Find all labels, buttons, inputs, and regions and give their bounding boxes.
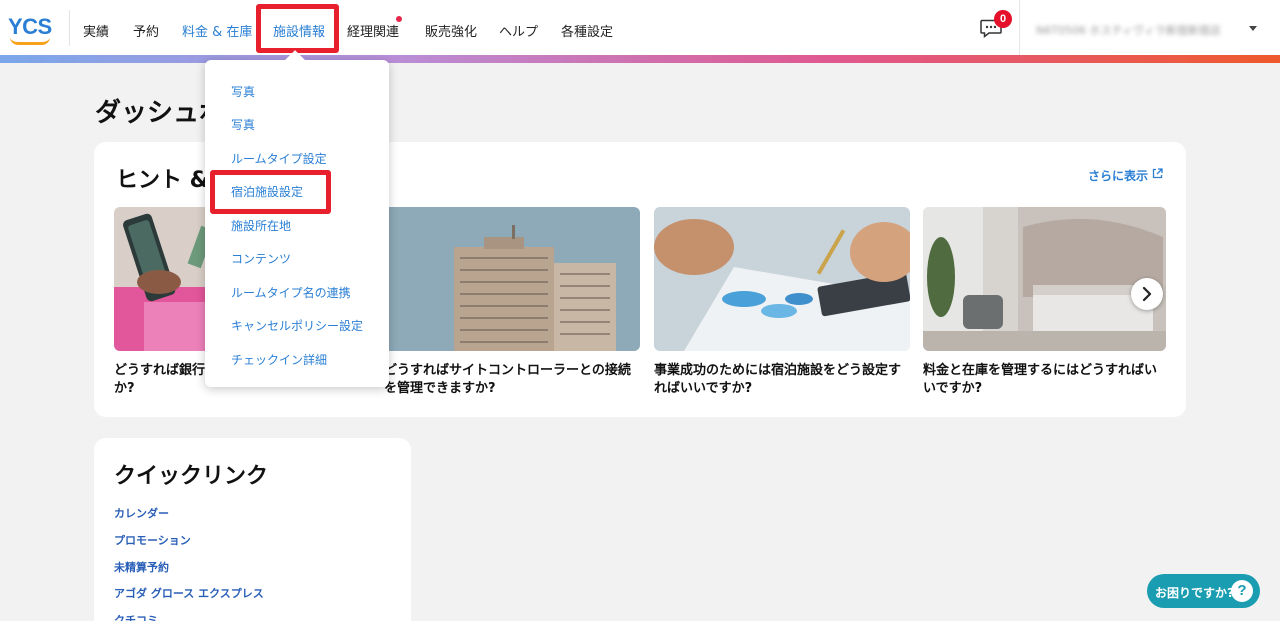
nav-bookings[interactable]: 予約 — [133, 21, 159, 40]
tile-image-site-controller[interactable] — [384, 207, 640, 351]
nav-marketing[interactable]: 販売強化 — [425, 21, 477, 40]
tile-title-site-controller[interactable]: どうすればサイトコントローラーとの接続を管理できますか? — [384, 362, 640, 398]
highlight-property-settings — [210, 170, 331, 214]
caret-down-icon[interactable] — [1249, 26, 1257, 31]
dropdown-item-room-type-settings[interactable]: ルームタイプ設定 — [231, 150, 327, 167]
quick-link-promotions[interactable]: プロモーション — [114, 532, 191, 548]
tile-title-business-success[interactable]: 事業成功のためには宿泊施設をどう設定すればいいですか? — [654, 362, 910, 398]
help-label: お困りですか? — [1155, 586, 1234, 600]
account-selector[interactable]: N6T0506 ホスティヴィラ新宿新宿店 — [1036, 22, 1221, 38]
dropdown-item-content[interactable]: コンテンツ — [231, 250, 291, 267]
divider — [69, 10, 70, 46]
quick-link-reviews[interactable]: クチコミ — [114, 612, 158, 621]
nav-rates-inventory[interactable]: 料金 & 在庫 — [182, 21, 252, 40]
header-gradient-bar — [0, 55, 1280, 63]
highlight-property-info — [256, 4, 339, 53]
nav-finance[interactable]: 経理関連 — [347, 21, 399, 40]
show-more-link[interactable]: さらに表示 — [1088, 167, 1148, 184]
question-icon: ? — [1231, 580, 1253, 602]
dropdown-item-room-name-mapping[interactable]: ルームタイプ名の連携 — [231, 284, 351, 301]
tile-title-rates-inventory[interactable]: 料金と在庫を管理するにはどうすればいいですか? — [923, 362, 1169, 398]
external-link-icon[interactable] — [1152, 168, 1163, 179]
dropdown-item-photos[interactable]: 写真 — [231, 83, 255, 100]
nav-performance[interactable]: 実績 — [83, 21, 109, 40]
nav-settings[interactable]: 各種設定 — [561, 21, 613, 40]
notification-dot — [396, 16, 402, 22]
tile-image-business-success[interactable] — [654, 207, 910, 351]
nav-help[interactable]: ヘルプ — [499, 21, 538, 40]
chevron-right-icon — [1142, 286, 1152, 302]
help-button[interactable]: お困りですか? ? — [1147, 574, 1260, 608]
divider — [1019, 0, 1020, 55]
tile-image-rates-inventory[interactable] — [923, 207, 1166, 351]
carousel-next-button[interactable] — [1131, 278, 1163, 310]
dropdown-item-photos-2[interactable]: 写真 — [231, 116, 255, 133]
quick-link-growth-express[interactable]: アゴダ グロース エクスプレス — [114, 585, 264, 601]
logo-smile-icon — [10, 37, 50, 45]
dropdown-item-checkin-details[interactable]: チェックイン詳細 — [231, 351, 327, 368]
dropdown-item-cancellation-policy[interactable]: キャンセルポリシー設定 — [231, 317, 363, 334]
chat-badge: 0 — [994, 10, 1012, 28]
dropdown-item-property-location[interactable]: 施設所在地 — [231, 217, 291, 234]
quick-link-calendar[interactable]: カレンダー — [114, 505, 169, 521]
quick-links-title: クイックリンク — [114, 464, 269, 489]
quick-link-unpaid-bookings[interactable]: 未精算予約 — [114, 559, 169, 575]
